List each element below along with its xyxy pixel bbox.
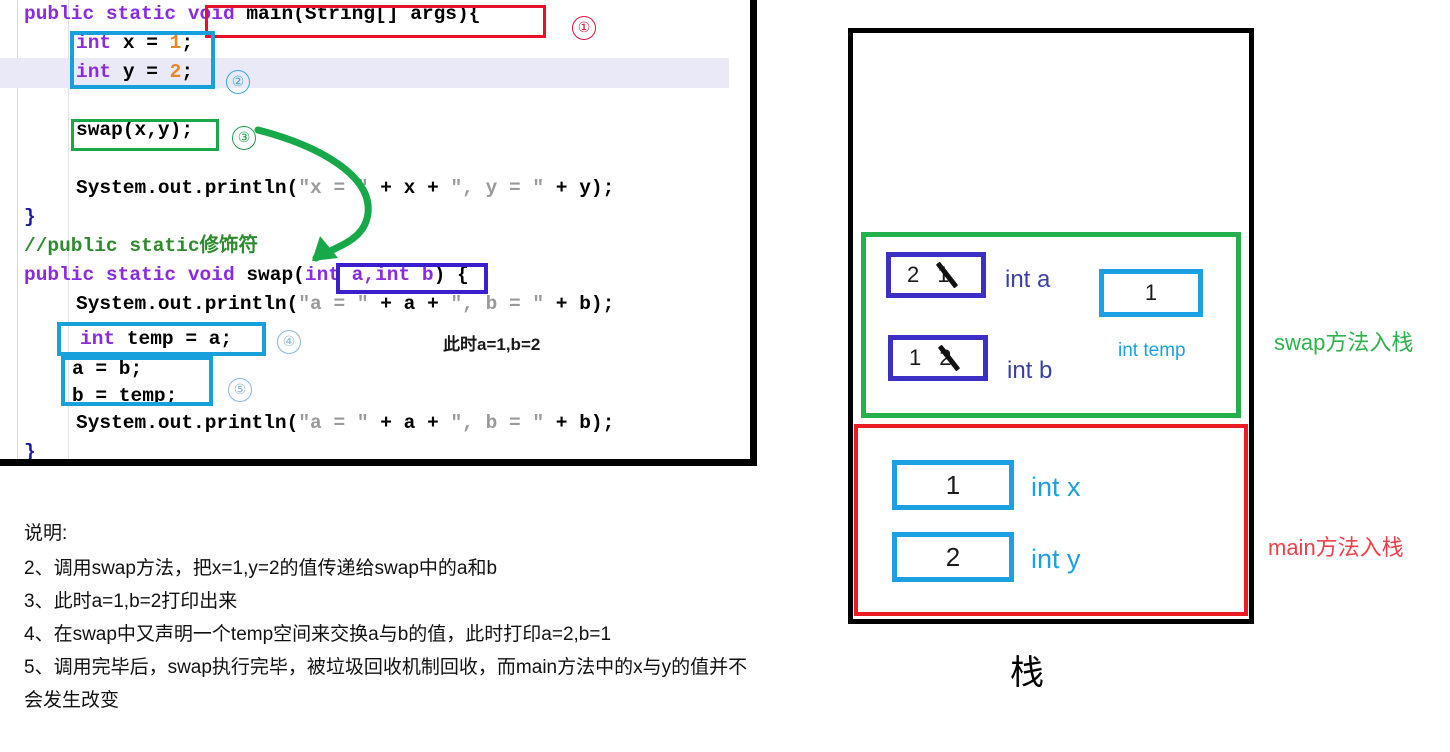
- variable-old-value-a-wrap: 1: [936, 261, 959, 289]
- flow-arrow-swap-to-params: [254, 126, 372, 262]
- variable-label-y: int y: [1031, 544, 1081, 574]
- variable-value-temp: 1: [1144, 280, 1158, 305]
- inline-note-ab-values: 此时a=1,b=2: [443, 335, 541, 354]
- highlight-box-swap-call: [71, 119, 219, 151]
- highlight-box-swap-assignments: [61, 356, 213, 406]
- code-line-15: System.out.println("a = " + a + ", b = "…: [76, 412, 615, 434]
- step-marker-2: ②: [226, 70, 250, 94]
- step-marker-5: ⑤: [228, 378, 252, 402]
- variable-old-value-b-wrap: 2: [938, 344, 961, 372]
- step-marker-4: ④: [277, 330, 301, 354]
- code-line-11: System.out.println("a = " + a + ", b = "…: [76, 293, 615, 315]
- description-item-4: 4、在swap中又声明一个temp空间来交换a与b的值，此时打印a=2,b=1: [24, 624, 612, 645]
- variable-value-x: 1: [945, 469, 961, 500]
- step-marker-1: ①: [572, 16, 596, 40]
- variable-label-a: int a: [1005, 266, 1051, 293]
- variable-box-temp: 1: [1099, 269, 1203, 317]
- variable-label-b: int b: [1007, 357, 1053, 384]
- description-item-5: 5、调用完毕后，swap执行完毕，被垃圾回收机制回收，而main方法中的x与y的…: [24, 657, 748, 711]
- code-editor-pane[interactable]: public static void main(String[] args){ …: [0, 0, 757, 466]
- code-line-9: //public static修饰符: [24, 232, 258, 261]
- variable-label-temp: int temp: [1118, 340, 1186, 361]
- variable-box-b: 1 2: [888, 335, 988, 381]
- token-static-2: static: [105, 264, 177, 286]
- variable-box-y: 2: [892, 532, 1014, 582]
- token-static: static: [105, 3, 177, 25]
- description-item-3: 3、此时a=1,b=2打印出来: [24, 591, 238, 612]
- variable-value-b: 1: [909, 345, 922, 370]
- screenshot-root: public static void main(String[] args){ …: [0, 0, 1450, 752]
- code-line-16: }: [24, 441, 36, 463]
- token-public: public: [24, 3, 95, 25]
- description-block: 说明: 2、调用swap方法，把x=1,y=2的值传递给swap中的a和b 3、…: [24, 518, 754, 717]
- side-label-swap-frame: swap方法入栈: [1274, 330, 1414, 355]
- stack-caption: 栈: [1010, 654, 1044, 692]
- stack-frame-main: [854, 424, 1248, 616]
- token-void-2: void: [187, 264, 235, 286]
- side-label-main-frame: main方法入栈: [1268, 535, 1404, 560]
- description-item-2: 2、调用swap方法，把x=1,y=2的值传递给swap中的a和b: [24, 558, 498, 579]
- highlight-box-temp-declaration: [57, 322, 266, 356]
- description-title: 说明:: [24, 523, 68, 544]
- variable-value-y: 2: [945, 541, 961, 572]
- variable-label-x: int x: [1031, 472, 1081, 502]
- variable-value-a: 2: [907, 262, 920, 287]
- highlight-box-main-signature: [205, 5, 546, 38]
- variable-box-a: 2 1: [886, 252, 986, 298]
- code-line-8: }: [24, 206, 36, 228]
- highlight-box-xy-declaration: [70, 31, 215, 89]
- token-public-2: public: [24, 264, 95, 286]
- token-comment: //public static修饰符: [24, 235, 259, 257]
- variable-box-x: 1: [892, 460, 1014, 510]
